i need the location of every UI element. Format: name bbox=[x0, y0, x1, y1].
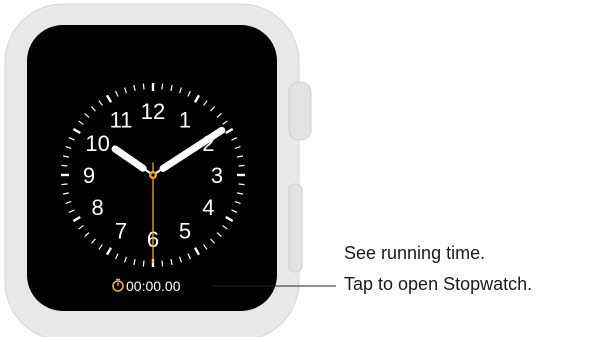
dial-numeral: 3 bbox=[211, 163, 223, 188]
dial-numeral: 11 bbox=[110, 108, 133, 133]
minute-tick bbox=[61, 164, 68, 167]
dial-numeral: 9 bbox=[83, 163, 95, 188]
side-button[interactable] bbox=[288, 183, 303, 273]
callout-text-line-2: Tap to open Stopwatch. bbox=[344, 274, 533, 294]
minute-tick bbox=[238, 183, 245, 186]
minute-tick bbox=[142, 260, 145, 267]
dial-numeral: 8 bbox=[91, 195, 103, 220]
dial-numeral: 4 bbox=[202, 195, 214, 220]
stopwatch-time-readout: 00:00.00 bbox=[126, 278, 181, 294]
dial-numeral: 5 bbox=[179, 218, 191, 243]
minute-tick bbox=[161, 260, 164, 267]
dial-numeral: 1 bbox=[179, 108, 191, 133]
watch-screen[interactable] bbox=[27, 25, 277, 311]
minute-tick bbox=[142, 83, 145, 90]
dial-numeral: 12 bbox=[141, 99, 165, 124]
minute-tick bbox=[61, 183, 68, 186]
hand-hub-center bbox=[151, 173, 155, 177]
dial-numeral: 10 bbox=[85, 131, 109, 156]
minute-tick bbox=[238, 164, 245, 167]
dial-numeral: 7 bbox=[115, 218, 127, 243]
callout-text-line-1: See running time. bbox=[344, 243, 486, 263]
illustration: 12 1 2 3 4 5 6 7 8 9 10 11 00:00.00 See running tim… bbox=[0, 0, 593, 341]
minute-tick bbox=[161, 83, 164, 90]
digital-crown[interactable] bbox=[288, 81, 312, 141]
